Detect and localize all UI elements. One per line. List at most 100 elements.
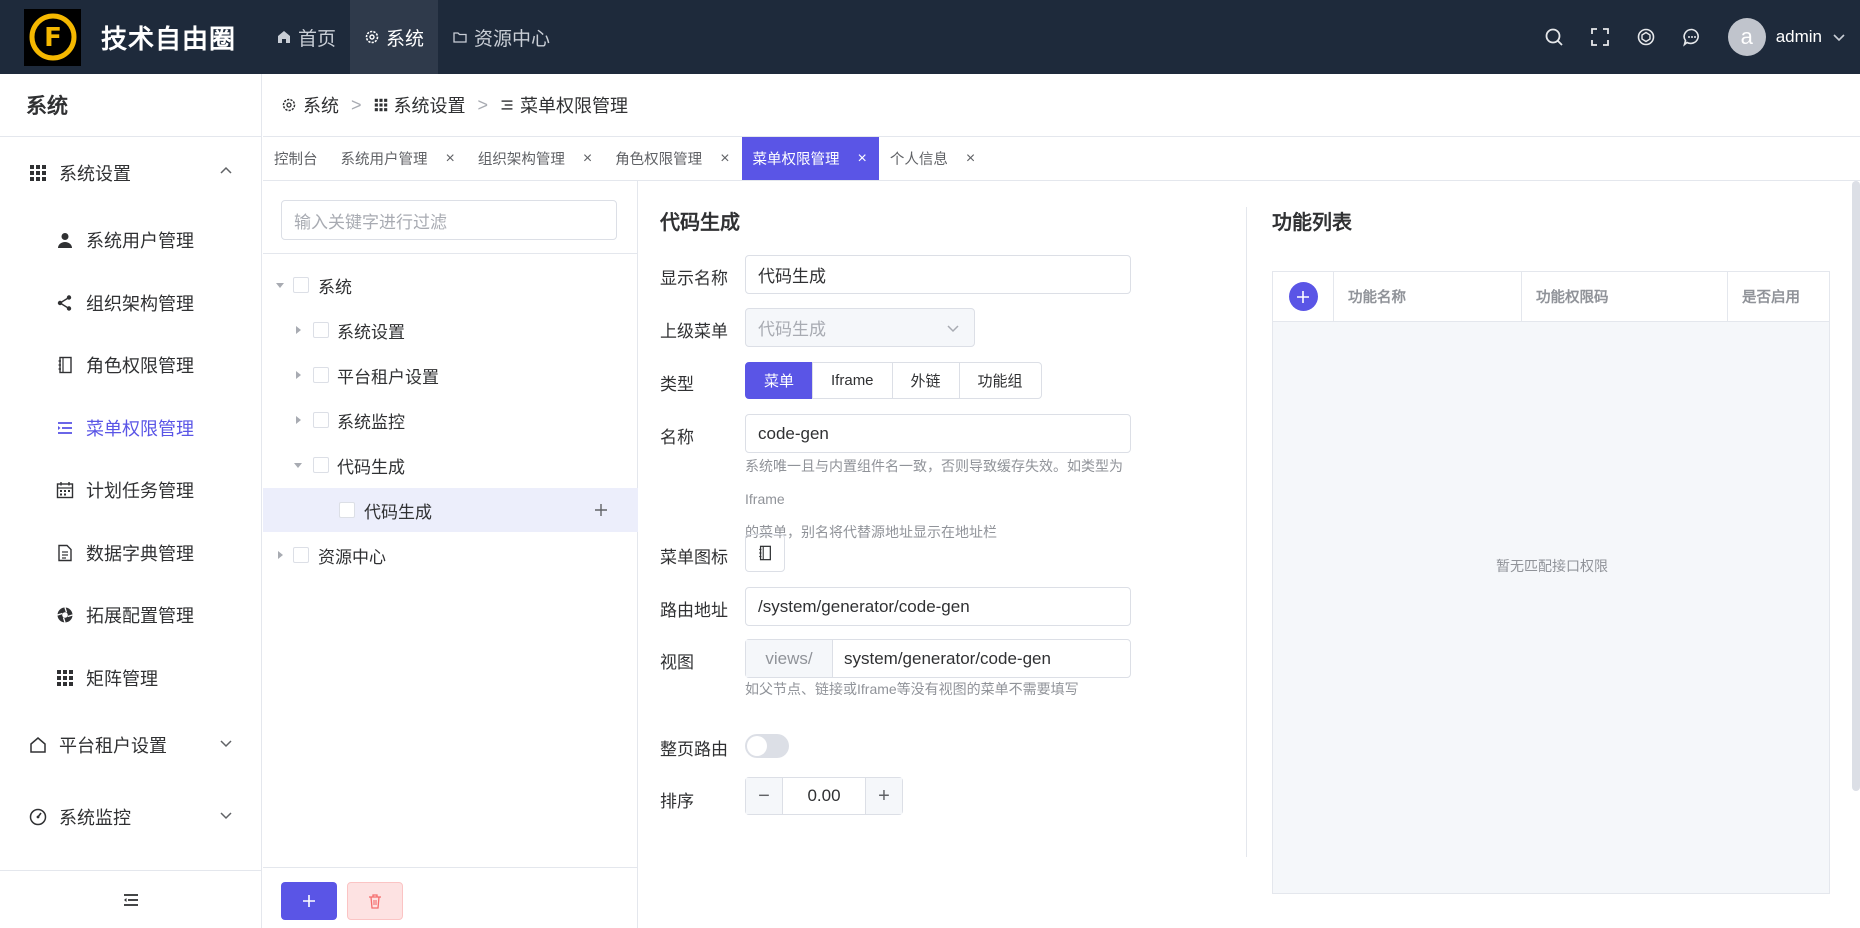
fullscreen-icon[interactable] (1590, 27, 1610, 47)
tab-bar: 控制台 系统用户管理 × 组织架构管理 × 角色权限管理 × 菜单权限管理 × 个人信息… (263, 137, 1860, 181)
breadcrumb-item[interactable]: 系统 (281, 92, 339, 118)
brand-logo[interactable]: F (24, 8, 81, 66)
sidebar-item-dict[interactable]: 数据字典管理 (0, 522, 261, 585)
caret-right-icon[interactable] (293, 325, 303, 335)
tree-checkbox[interactable] (293, 277, 309, 293)
sidebar-group-tenant[interactable]: 平台租户设置 (0, 709, 261, 781)
sort-value[interactable]: 0.00 (782, 778, 866, 814)
column-header: 功能权限码 (1522, 271, 1728, 322)
tree-node[interactable]: 系统设置 (263, 308, 638, 352)
type-label: 类型 (660, 375, 694, 394)
sidebar-item-ext[interactable]: 拓展配置管理 (0, 584, 261, 647)
tree-checkbox[interactable] (313, 322, 329, 338)
type-option-link[interactable]: 外链 (891, 362, 960, 399)
user-icon (58, 233, 72, 249)
type-option-iframe[interactable]: Iframe (812, 362, 893, 399)
caret-right-icon[interactable] (293, 370, 303, 380)
topnav-home-label: 首页 (298, 28, 337, 50)
caret-right-icon[interactable] (275, 550, 285, 560)
user-menu[interactable]: a admin (1727, 18, 1846, 56)
parent-menu-select[interactable]: 代码生成 (745, 308, 975, 347)
breadcrumb-item[interactable]: 菜单权限管理 (500, 92, 628, 118)
fullpage-switch[interactable] (745, 734, 789, 758)
tree-checkbox[interactable] (339, 502, 355, 518)
sidebar-item-label: 系统用户管理 (86, 231, 194, 252)
sidebar-item-roles[interactable]: 角色权限管理 (0, 334, 261, 397)
name-hint: 系统唯一且与内置组件名一致，否则导致缓存失效。如类型为Iframe 的菜单，别名… (745, 450, 1135, 549)
tree-node[interactable]: 平台租户设置 (263, 353, 638, 397)
delete-menu-button[interactable] (347, 882, 403, 920)
search-icon[interactable] (1544, 27, 1564, 47)
tab-org[interactable]: 组织架构管理 × (467, 137, 604, 180)
tree-node[interactable]: 系统 (263, 263, 638, 307)
topnav-resource[interactable]: 资源中心 (438, 0, 564, 74)
tree-node[interactable]: 代码生成 (263, 443, 638, 487)
increment-button[interactable]: + (866, 778, 902, 814)
tree-node-selected[interactable]: 代码生成 (263, 488, 638, 532)
sidebar-item-users[interactable]: 系统用户管理 (0, 209, 261, 272)
close-icon[interactable]: × (583, 150, 592, 168)
display-name-input[interactable]: 代码生成 (745, 255, 1131, 294)
sidebar-group-system-settings[interactable]: 系统设置 (0, 137, 261, 209)
decrement-button[interactable]: − (746, 778, 782, 814)
tree-filter-input[interactable]: 输入关键字进行过滤 (281, 200, 617, 240)
trash-icon (369, 894, 381, 909)
grid-icon (374, 98, 387, 112)
empty-state: 暂无匹配接口权限 (1496, 558, 1608, 574)
tree-checkbox[interactable] (313, 412, 329, 428)
tab-menus[interactable]: 菜单权限管理 × (741, 137, 879, 180)
sidebar-collapse-button[interactable] (0, 870, 261, 928)
route-input[interactable]: /system/generator/code-gen (745, 587, 1131, 626)
sidebar-item-org[interactable]: 组织架构管理 (0, 272, 261, 335)
view-input[interactable]: system/generator/code-gen (833, 640, 1130, 677)
function-list-title: 功能列表 (1272, 212, 1352, 234)
type-option-group[interactable]: 功能组 (958, 362, 1042, 399)
close-icon[interactable]: × (966, 150, 975, 168)
type-option-menu[interactable]: 菜单 (745, 362, 814, 399)
tab-label: 组织架构管理 (477, 152, 565, 168)
tab-users[interactable]: 系统用户管理 × (330, 137, 467, 180)
topnav-home[interactable]: 首页 (262, 0, 350, 74)
tree-node[interactable]: 资源中心 (263, 533, 638, 577)
calendar-icon (56, 482, 74, 499)
aperture-icon (57, 607, 73, 623)
add-function-button[interactable] (1288, 282, 1318, 311)
collapse-icon (123, 893, 138, 906)
top-bar: F 技术自由圈 首页 系统 资源中心 a admin (0, 0, 1860, 74)
menu-icon-picker[interactable] (745, 534, 785, 572)
close-icon[interactable]: × (858, 150, 867, 168)
breadcrumb-item[interactable]: 系统设置 (374, 92, 466, 118)
tree-node[interactable]: 系统监控 (263, 398, 638, 442)
tree-actions (263, 867, 638, 928)
tab-label: 菜单权限管理 (752, 152, 840, 168)
ai-icon[interactable] (1636, 27, 1656, 47)
user-name: admin (1775, 27, 1822, 46)
caret-down-icon[interactable] (293, 460, 303, 470)
scrollbar[interactable] (1852, 181, 1860, 791)
tree-checkbox[interactable] (313, 367, 329, 383)
name-input[interactable]: code-gen (745, 414, 1131, 453)
sidebar-item-menus[interactable]: 菜单权限管理 (0, 397, 261, 460)
close-icon[interactable]: × (446, 150, 455, 168)
topnav-system-label: 系统 (386, 28, 425, 50)
close-icon[interactable]: × (720, 150, 729, 168)
tab-dashboard[interactable]: 控制台 (263, 137, 330, 180)
tab-roles[interactable]: 角色权限管理 × (604, 137, 741, 180)
caret-right-icon[interactable] (293, 415, 303, 425)
caret-down-icon[interactable] (275, 280, 285, 290)
sidebar-item-matrix[interactable]: 矩阵管理 (0, 647, 261, 710)
tree-node-label: 代码生成 (364, 502, 432, 522)
plus-icon[interactable] (594, 503, 608, 517)
view-hint: 如父节点、链接或Iframe等没有视图的菜单不需要填写 (745, 681, 1079, 697)
tree-checkbox[interactable] (293, 547, 309, 563)
chat-icon[interactable] (1682, 27, 1702, 47)
add-menu-button[interactable] (281, 882, 337, 920)
topnav-system[interactable]: 系统 (350, 0, 439, 74)
sidebar-item-tasks[interactable]: 计划任务管理 (0, 459, 261, 522)
gauge-icon (29, 808, 47, 826)
sidebar: 系统 系统设置 系统用户管理 组织架构管理 角色权限管理 菜单权限管理 计划任务… (0, 74, 262, 928)
form-title: 代码生成 (660, 212, 740, 234)
tree-checkbox[interactable] (313, 457, 329, 473)
tab-profile[interactable]: 个人信息 × (879, 137, 987, 180)
sidebar-group-monitor[interactable]: 系统监控 (0, 781, 261, 853)
